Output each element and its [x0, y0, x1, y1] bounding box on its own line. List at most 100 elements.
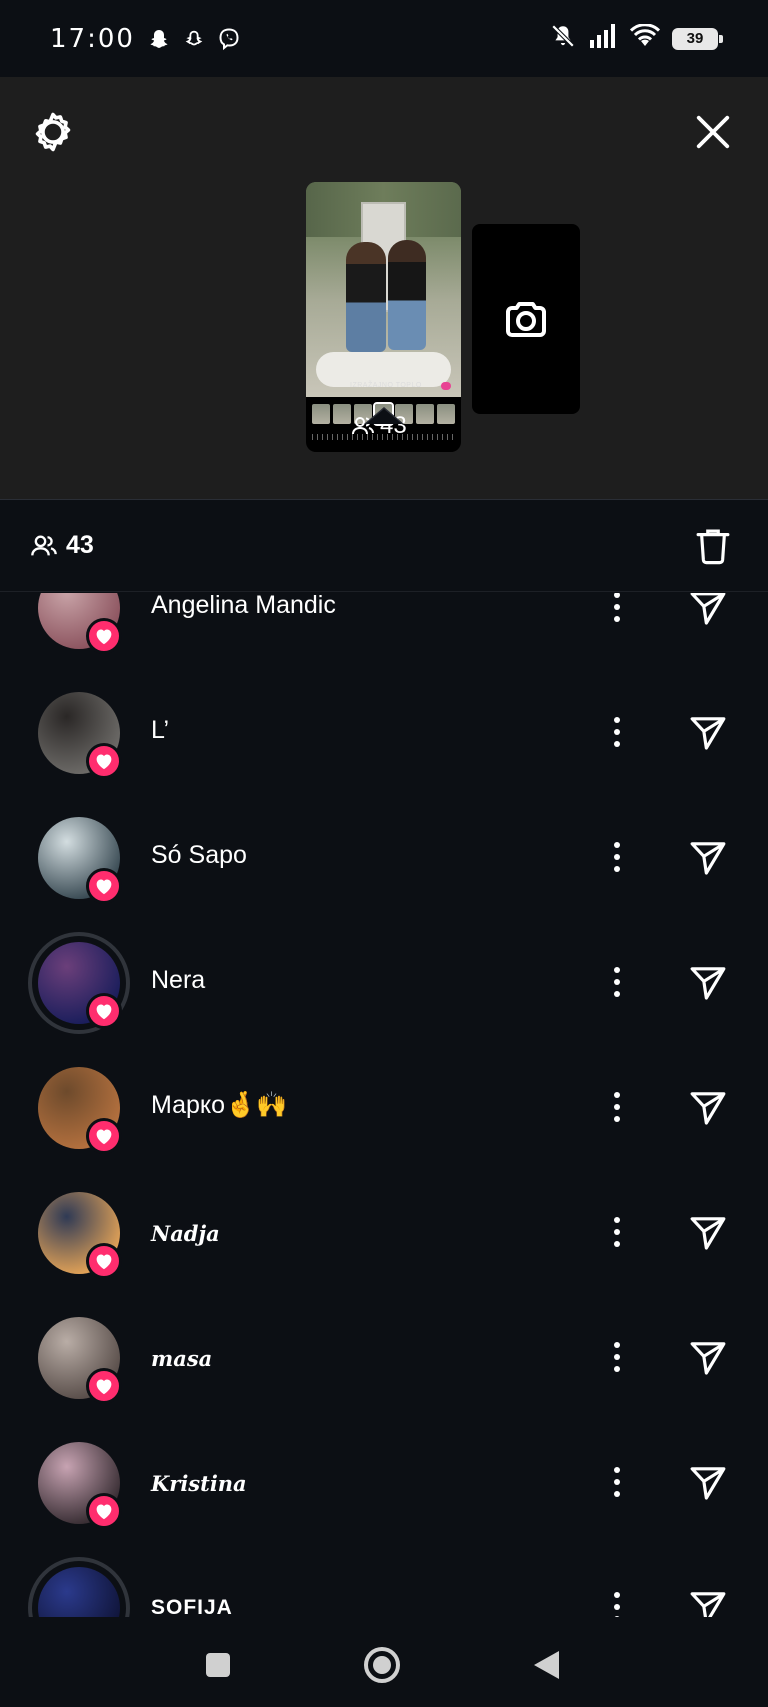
viewer-row[interactable]: Angelina Mandic: [0, 593, 768, 671]
heart-sticker-icon: [441, 382, 451, 390]
viewer-name: Angelina Mandic: [151, 593, 336, 619]
delete-story-button[interactable]: [688, 521, 738, 571]
battery-icon: 39: [672, 27, 723, 50]
send-message-button[interactable]: [684, 959, 732, 1007]
liked-heart-icon: [86, 993, 122, 1029]
more-vertical-icon: [614, 967, 620, 997]
more-vertical-icon: [614, 842, 620, 872]
more-vertical-icon: [614, 1467, 620, 1497]
more-options-button[interactable]: [604, 1207, 630, 1257]
send-message-button[interactable]: [684, 834, 732, 882]
send-message-button[interactable]: [684, 1584, 732, 1617]
home-circle-icon: [364, 1647, 400, 1683]
status-bar: 17:00 39: [0, 0, 768, 77]
send-icon: [690, 1467, 726, 1500]
more-options-button[interactable]: [604, 957, 630, 1007]
gear-icon: [35, 112, 71, 152]
more-options-button[interactable]: [604, 832, 630, 882]
strip-frame: [437, 404, 456, 424]
send-icon: [690, 1217, 726, 1250]
close-button[interactable]: [688, 107, 738, 157]
more-options-button[interactable]: [604, 1457, 630, 1507]
send-message-button[interactable]: [684, 1334, 732, 1382]
viewers-icon: [31, 535, 57, 555]
strip-frame: [332, 404, 351, 424]
viewer-name: Марко🤞🙌: [151, 1091, 288, 1119]
more-options-button[interactable]: [604, 593, 630, 632]
signal-icon: [588, 24, 618, 53]
viewer-name: Kristina: [151, 1471, 247, 1496]
wifi-icon: [629, 23, 661, 53]
send-message-button[interactable]: [684, 593, 732, 632]
liked-heart-icon: [86, 868, 122, 904]
home-button[interactable]: [362, 1645, 402, 1685]
liked-heart-icon: [86, 1368, 122, 1404]
photo-person: [388, 240, 426, 350]
send-message-button[interactable]: [684, 1084, 732, 1132]
viewer-row[interactable]: Kristina: [0, 1421, 768, 1546]
liked-heart-icon: [86, 743, 122, 779]
story-caption: IZRAŽAJNO TOPLO: [350, 382, 422, 389]
viber-icon: [217, 27, 241, 51]
story-viewers-screen: 17:00 39 IZRAŽAJNO TOPLO 43 43 Angelina …: [0, 0, 768, 1707]
close-icon: [696, 115, 730, 149]
viewer-row[interactable]: Nera: [0, 921, 768, 1046]
viewer-name: masa: [151, 1346, 213, 1371]
liked-heart-icon: [86, 1493, 122, 1529]
notifications-off-icon: [550, 23, 576, 54]
more-vertical-icon: [614, 1092, 620, 1122]
viewers-list[interactable]: Angelina Mandic L’ Só Sapo Nera Марко🤞🙌 Nadja…: [0, 593, 768, 1617]
more-options-button[interactable]: [604, 1582, 630, 1617]
selection-pointer-fill: [366, 409, 402, 424]
viewer-row[interactable]: masa: [0, 1296, 768, 1421]
more-options-button[interactable]: [604, 1082, 630, 1132]
send-icon: [690, 1592, 726, 1617]
recents-button[interactable]: [198, 1645, 238, 1685]
status-left: 17:00: [50, 24, 241, 54]
snapchat-icon: [147, 27, 171, 51]
more-vertical-icon: [614, 1592, 620, 1617]
more-vertical-icon: [614, 1217, 620, 1247]
viewer-name: Nera: [151, 966, 206, 994]
navigation-bar: [0, 1617, 768, 1707]
viewer-name: SOFIJA: [151, 1596, 233, 1617]
back-button[interactable]: [526, 1645, 566, 1685]
viewer-name: Só Sapo: [151, 841, 247, 869]
viewers-list-content: Angelina Mandic L’ Só Sapo Nera Марко🤞🙌 Nadja…: [0, 593, 768, 1617]
send-icon: [690, 967, 726, 1000]
viewer-name: L’: [151, 716, 170, 744]
send-message-button[interactable]: [684, 1209, 732, 1257]
liked-heart-icon: [86, 1243, 122, 1279]
liked-heart-icon: [86, 1118, 122, 1154]
more-options-button[interactable]: [604, 1332, 630, 1382]
send-icon: [690, 1342, 726, 1375]
viewer-name: Nadja: [151, 1221, 220, 1246]
viewer-row[interactable]: Só Sapo: [0, 796, 768, 921]
send-icon: [690, 842, 726, 875]
viewers-count: 43: [30, 531, 94, 560]
more-vertical-icon: [614, 1342, 620, 1372]
status-time: 17:00: [50, 23, 135, 54]
add-story-camera-button[interactable]: [472, 224, 580, 414]
send-message-button[interactable]: [684, 709, 732, 757]
viewers-count-value: 43: [66, 531, 94, 559]
snapchat-ghost-icon: [183, 28, 205, 50]
back-triangle-icon: [534, 1651, 559, 1679]
more-vertical-icon: [614, 593, 620, 622]
settings-button[interactable]: [28, 107, 78, 157]
viewer-row[interactable]: Марко🤞🙌: [0, 1046, 768, 1171]
viewer-row[interactable]: L’: [0, 671, 768, 796]
send-icon: [690, 1092, 726, 1125]
viewers-header: 43: [0, 499, 768, 592]
camera-icon: [506, 302, 546, 337]
send-message-button[interactable]: [684, 1459, 732, 1507]
status-right: 39: [550, 23, 723, 54]
more-options-button[interactable]: [604, 707, 630, 757]
trash-icon: [696, 529, 730, 564]
strip-frame: [312, 404, 330, 424]
liked-heart-icon: [86, 618, 122, 654]
viewer-row[interactable]: SOFIJA: [0, 1546, 768, 1617]
story-preview-panel: IZRAŽAJNO TOPLO 43: [0, 77, 768, 500]
viewer-row[interactable]: Nadja: [0, 1171, 768, 1296]
send-icon: [690, 593, 726, 625]
